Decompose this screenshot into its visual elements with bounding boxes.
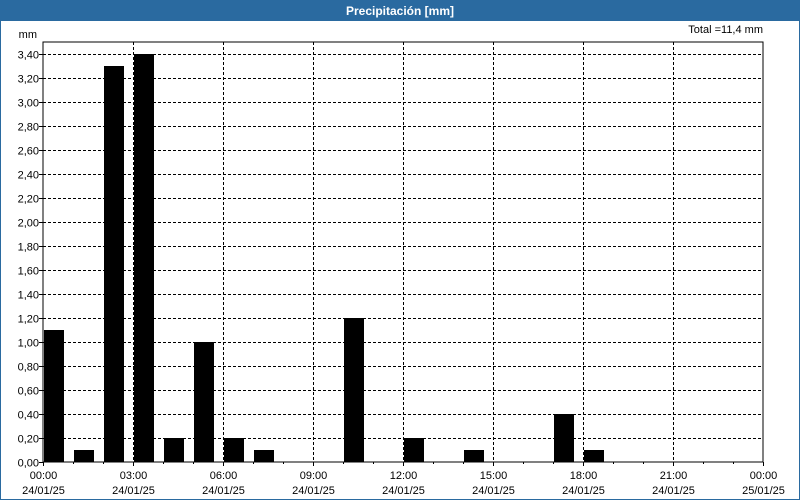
y-tick-label: 1,80 bbox=[18, 242, 39, 254]
bar bbox=[344, 318, 364, 462]
x-tick-label-date: 24/01/25 bbox=[472, 485, 515, 497]
x-tick-label-time: 00:00 bbox=[750, 470, 778, 482]
x-tick-label-date: 25/01/25 bbox=[742, 485, 785, 497]
bar bbox=[224, 438, 244, 462]
y-tick-label: 2,60 bbox=[18, 146, 39, 158]
y-axis-label: mm bbox=[19, 29, 37, 41]
bar bbox=[464, 450, 484, 462]
y-tick-label: 1,60 bbox=[18, 266, 39, 278]
y-tick-label: 0,80 bbox=[18, 362, 39, 374]
bar bbox=[554, 414, 574, 462]
y-tick-label: 0,00 bbox=[18, 458, 39, 470]
y-tick-label: 3,20 bbox=[18, 74, 39, 86]
x-tick-label-time: 15:00 bbox=[480, 470, 508, 482]
y-tick-label: 1,00 bbox=[18, 338, 39, 350]
chart-window: Precipitación [mm] 0,00 0,20 0,40 0,60 0,80 1… bbox=[0, 0, 800, 500]
precipitation-chart: 0,00 0,20 0,40 0,60 0,80 1,00 1,20 1,40 1,60 1,80… bbox=[18, 24, 785, 497]
x-tick-label-time: 00:00 bbox=[30, 470, 58, 482]
x-tick-label-date: 24/01/25 bbox=[292, 485, 335, 497]
window-title: Precipitación [mm] bbox=[1, 1, 799, 21]
total-label: Total =11,4 mm bbox=[688, 24, 763, 36]
x-tick-label-time: 06:00 bbox=[210, 470, 238, 482]
bar bbox=[134, 54, 154, 462]
x-tick-label-time: 09:00 bbox=[300, 470, 328, 482]
y-tick-label: 0,20 bbox=[18, 434, 39, 446]
y-tick-label: 2,40 bbox=[18, 170, 39, 182]
y-tick-label: 0,40 bbox=[18, 410, 39, 422]
bar bbox=[404, 438, 424, 462]
x-tick-label-date: 24/01/25 bbox=[382, 485, 425, 497]
y-tick-label: 2,20 bbox=[18, 194, 39, 206]
y-tick-label: 3,00 bbox=[18, 98, 39, 110]
bar bbox=[44, 330, 64, 462]
x-tick-label-date: 24/01/25 bbox=[652, 485, 695, 497]
bar bbox=[194, 342, 214, 462]
x-tick-label-time: 18:00 bbox=[570, 470, 598, 482]
bar bbox=[164, 438, 184, 462]
x-tick-label-time: 12:00 bbox=[390, 470, 418, 482]
x-tick-label-date: 24/01/25 bbox=[22, 485, 65, 497]
bar bbox=[584, 450, 604, 462]
y-tick-label: 1,20 bbox=[18, 314, 39, 326]
bar bbox=[104, 66, 124, 462]
y-tick-label: 3,40 bbox=[18, 50, 39, 62]
x-tick-label-date: 24/01/25 bbox=[562, 485, 605, 497]
bar bbox=[74, 450, 94, 462]
bar bbox=[254, 450, 274, 462]
y-tick-label: 1,40 bbox=[18, 290, 39, 302]
x-tick-label-date: 24/01/25 bbox=[202, 485, 245, 497]
x-tick-label-time: 21:00 bbox=[660, 470, 688, 482]
x-tick-label-date: 24/01/25 bbox=[112, 485, 155, 497]
x-tick-label-time: 03:00 bbox=[120, 470, 148, 482]
y-tick-label: 2,80 bbox=[18, 122, 39, 134]
y-tick-label: 2,00 bbox=[18, 218, 39, 230]
y-tick-label: 0,60 bbox=[18, 386, 39, 398]
